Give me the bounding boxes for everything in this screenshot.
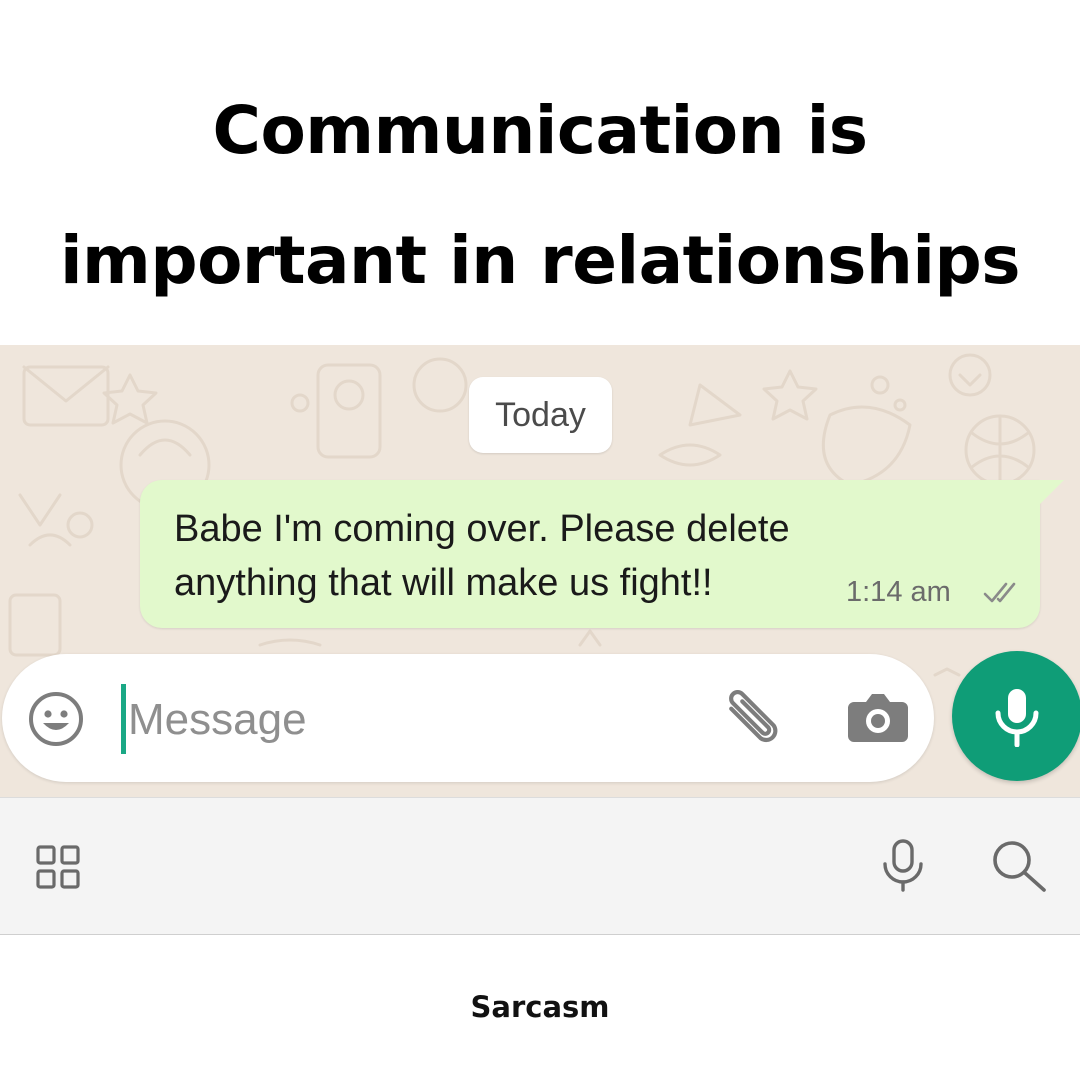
voice-input-icon[interactable] <box>878 838 928 894</box>
camera-icon[interactable] <box>846 690 910 744</box>
microphone-icon <box>995 689 1039 747</box>
message-line-2: anything that will make us fight!! <box>174 562 713 604</box>
outgoing-message-bubble[interactable]: Babe I'm coming over. Please delete anyt… <box>140 480 1040 628</box>
caption-line-1: Communication is <box>212 92 868 169</box>
caption: Communication is important in relationsh… <box>0 66 1080 326</box>
date-separator: Today <box>469 377 612 453</box>
bubble-tail <box>1038 480 1064 506</box>
apps-grid-icon[interactable] <box>36 845 80 889</box>
voice-record-button[interactable] <box>952 651 1080 781</box>
footer-credit: Sarcasm <box>470 990 610 1024</box>
message-text: Babe I'm coming over. Please delete anyt… <box>174 502 894 610</box>
message-timestamp: 1:14 am <box>846 576 951 608</box>
meme-page: Communication is important in relationsh… <box>0 0 1080 1080</box>
paperclip-icon[interactable] <box>718 690 784 750</box>
message-input[interactable] <box>128 688 628 752</box>
double-check-icon <box>983 582 1016 603</box>
message-line-1: Babe I'm coming over. Please delete <box>174 508 790 550</box>
message-composer[interactable] <box>2 654 934 782</box>
keyboard-toolbar <box>0 797 1080 935</box>
caption-line-2: important in relationships <box>59 222 1021 299</box>
search-icon[interactable] <box>990 838 1050 894</box>
text-cursor <box>121 684 126 754</box>
emoji-icon[interactable] <box>28 691 84 747</box>
